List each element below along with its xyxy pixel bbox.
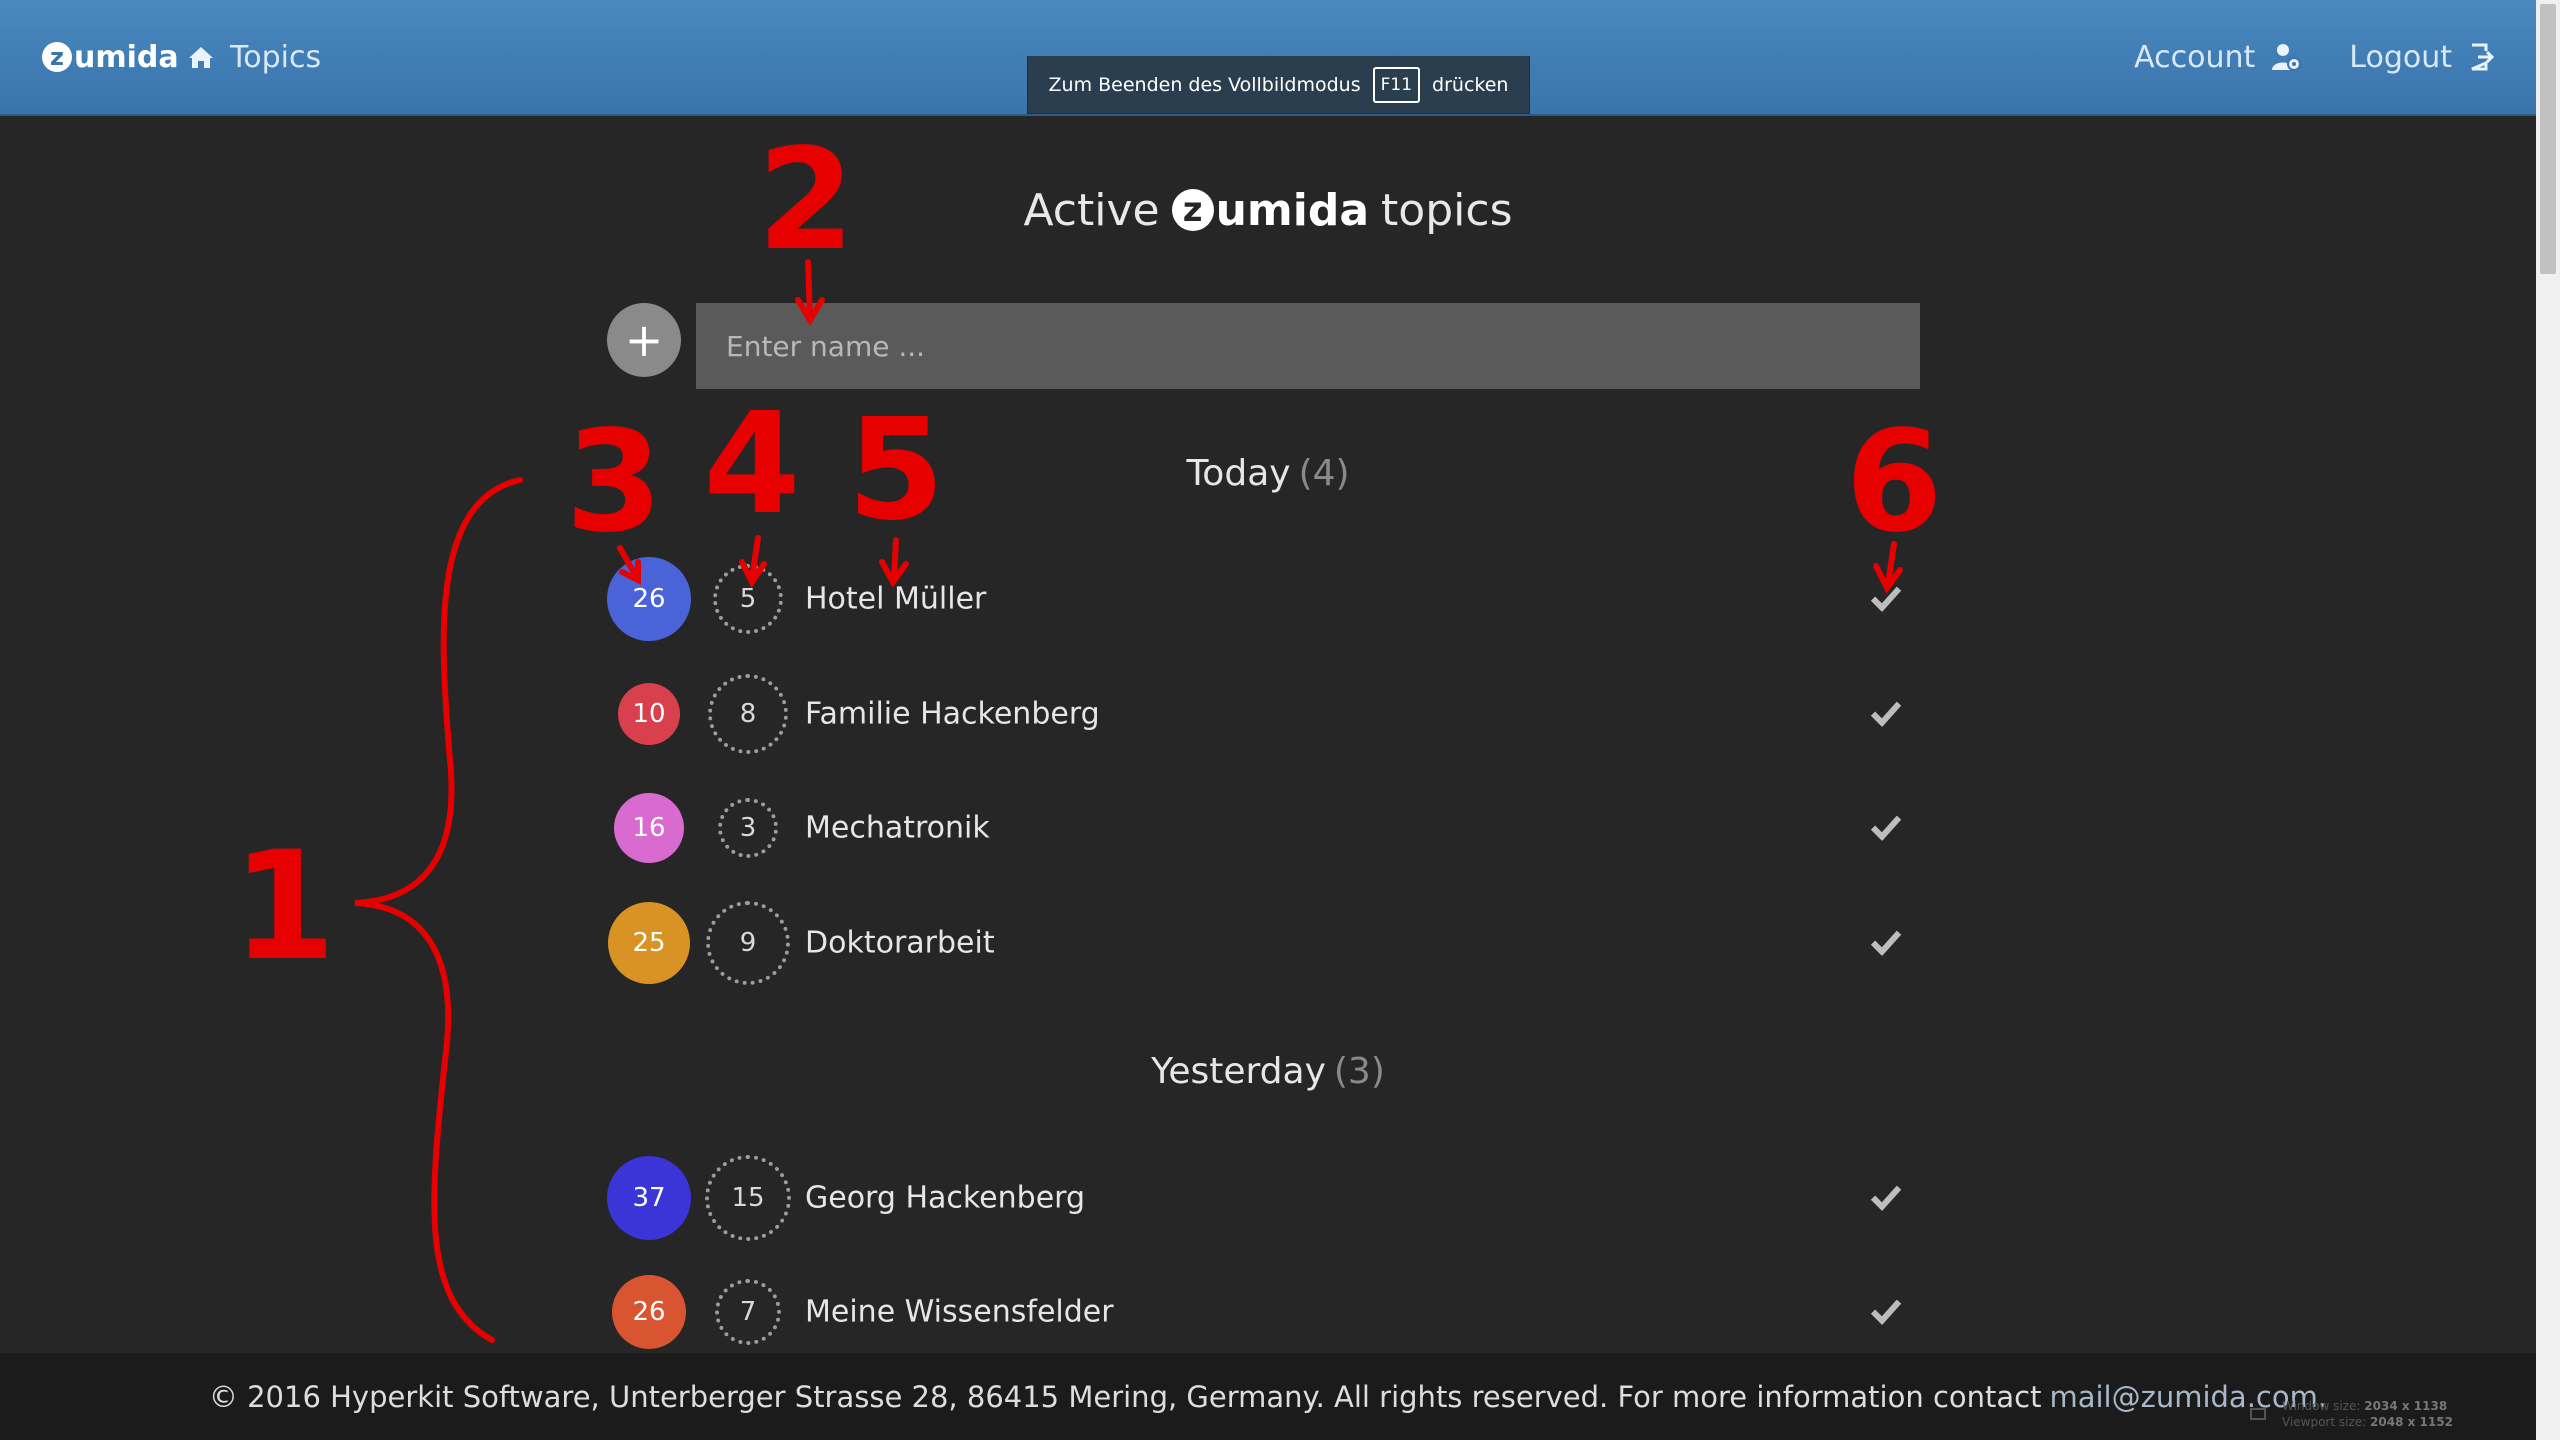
topic-score-badge: 16	[614, 793, 684, 863]
title-brand-z-mark: z	[1171, 189, 1214, 231]
page-title: Active z umida topics	[0, 180, 2536, 240]
section-header-yesterday: Yesterday (3)	[0, 1046, 2536, 1096]
check-icon[interactable]	[1870, 699, 1902, 727]
topic-row[interactable]: 26 5 Hotel Müller	[0, 554, 2536, 644]
title-prefix: Active	[1023, 184, 1160, 236]
nav-topics-label: Topics	[230, 39, 322, 75]
topic-pending-count: 9	[706, 901, 790, 985]
title-brand: z umida	[1171, 184, 1370, 236]
topic-pending-count: 8	[708, 674, 788, 754]
topic-name[interactable]: Meine Wissensfelder	[805, 1295, 1114, 1330]
topic-name[interactable]: Doktorarbeit	[805, 926, 995, 961]
topic-score-badge: 26	[612, 1275, 686, 1349]
section-count: (4)	[1298, 452, 1350, 494]
topic-pending-count: 7	[715, 1279, 781, 1345]
check-icon[interactable]	[1870, 1297, 1902, 1325]
fullscreen-notice-after: drücken	[1432, 73, 1509, 96]
check-icon[interactable]	[1870, 584, 1902, 612]
account-link[interactable]: Account	[2134, 40, 2255, 75]
topic-pending-count: 5	[713, 564, 783, 634]
f11-key: F11	[1372, 66, 1421, 103]
nav-topics-link[interactable]: Topics	[188, 36, 321, 78]
topic-score-badge: 37	[607, 1156, 691, 1240]
viewport-size-line: Viewport size: 2048 x 1152	[2282, 1415, 2453, 1429]
window-size-line: Window size: 2034 x 1138	[2282, 1399, 2448, 1413]
section-count: (3)	[1333, 1050, 1385, 1092]
topic-name[interactable]: Hotel Müller	[805, 582, 986, 617]
monitor-icon	[2250, 1408, 2266, 1420]
brand-name: umida	[74, 39, 179, 75]
brand-z-mark: z	[42, 42, 72, 72]
topic-name[interactable]: Mechatronik	[805, 811, 990, 846]
title-brand-name: umida	[1215, 184, 1370, 236]
topic-row[interactable]: 25 9 Doktorarbeit	[0, 898, 2536, 988]
nav-right: Account Logout	[2134, 36, 2496, 78]
topic-row[interactable]: 37 15 Georg Hackenberg	[0, 1153, 2536, 1243]
topic-pending-count: 3	[718, 798, 778, 858]
check-icon[interactable]	[1870, 813, 1902, 841]
check-icon[interactable]	[1870, 1183, 1902, 1211]
scrollbar[interactable]	[2536, 0, 2560, 1440]
topic-pending-count: 15	[705, 1155, 791, 1241]
section-header-today: Today (4)	[0, 448, 2536, 498]
topic-row[interactable]: 10 8 Familie Hackenberg	[0, 669, 2536, 759]
brand-logo[interactable]: z umida	[42, 36, 179, 78]
topic-score-badge: 25	[608, 902, 690, 984]
logout-link[interactable]: Logout	[2349, 40, 2452, 75]
section-label: Yesterday	[1151, 1050, 1326, 1092]
footer: © 2016 Hyperkit Software, Unterberger St…	[0, 1353, 2536, 1440]
add-topic-button[interactable]: +	[607, 303, 681, 377]
footer-text: © 2016 Hyperkit Software, Unterberger St…	[208, 1379, 2042, 1414]
logout-icon[interactable]	[2468, 42, 2496, 72]
window-size-info: Window size: 2034 x 1138 Viewport size: …	[2250, 1393, 2500, 1435]
topic-row[interactable]: 16 3 Mechatronik	[0, 783, 2536, 873]
topic-name[interactable]: Georg Hackenberg	[805, 1181, 1085, 1216]
topic-name[interactable]: Familie Hackenberg	[805, 697, 1100, 732]
section-label: Today	[1186, 452, 1291, 494]
topic-score-badge: 26	[607, 557, 691, 641]
check-icon[interactable]	[1870, 928, 1902, 956]
scrollbar-thumb[interactable]	[2540, 4, 2556, 274]
topic-row[interactable]: 26 7 Meine Wissensfelder	[0, 1267, 2536, 1357]
title-suffix: topics	[1381, 184, 1513, 236]
topic-name-input[interactable]	[696, 303, 1920, 389]
user-gear-icon[interactable]	[2271, 42, 2302, 72]
fullscreen-notice-before: Zum Beenden des Vollbildmodus	[1048, 73, 1361, 96]
topic-score-badge: 10	[618, 683, 680, 745]
home-icon	[189, 47, 213, 68]
fullscreen-notice: Zum Beenden des Vollbildmodus F11 drücke…	[1027, 56, 1530, 114]
